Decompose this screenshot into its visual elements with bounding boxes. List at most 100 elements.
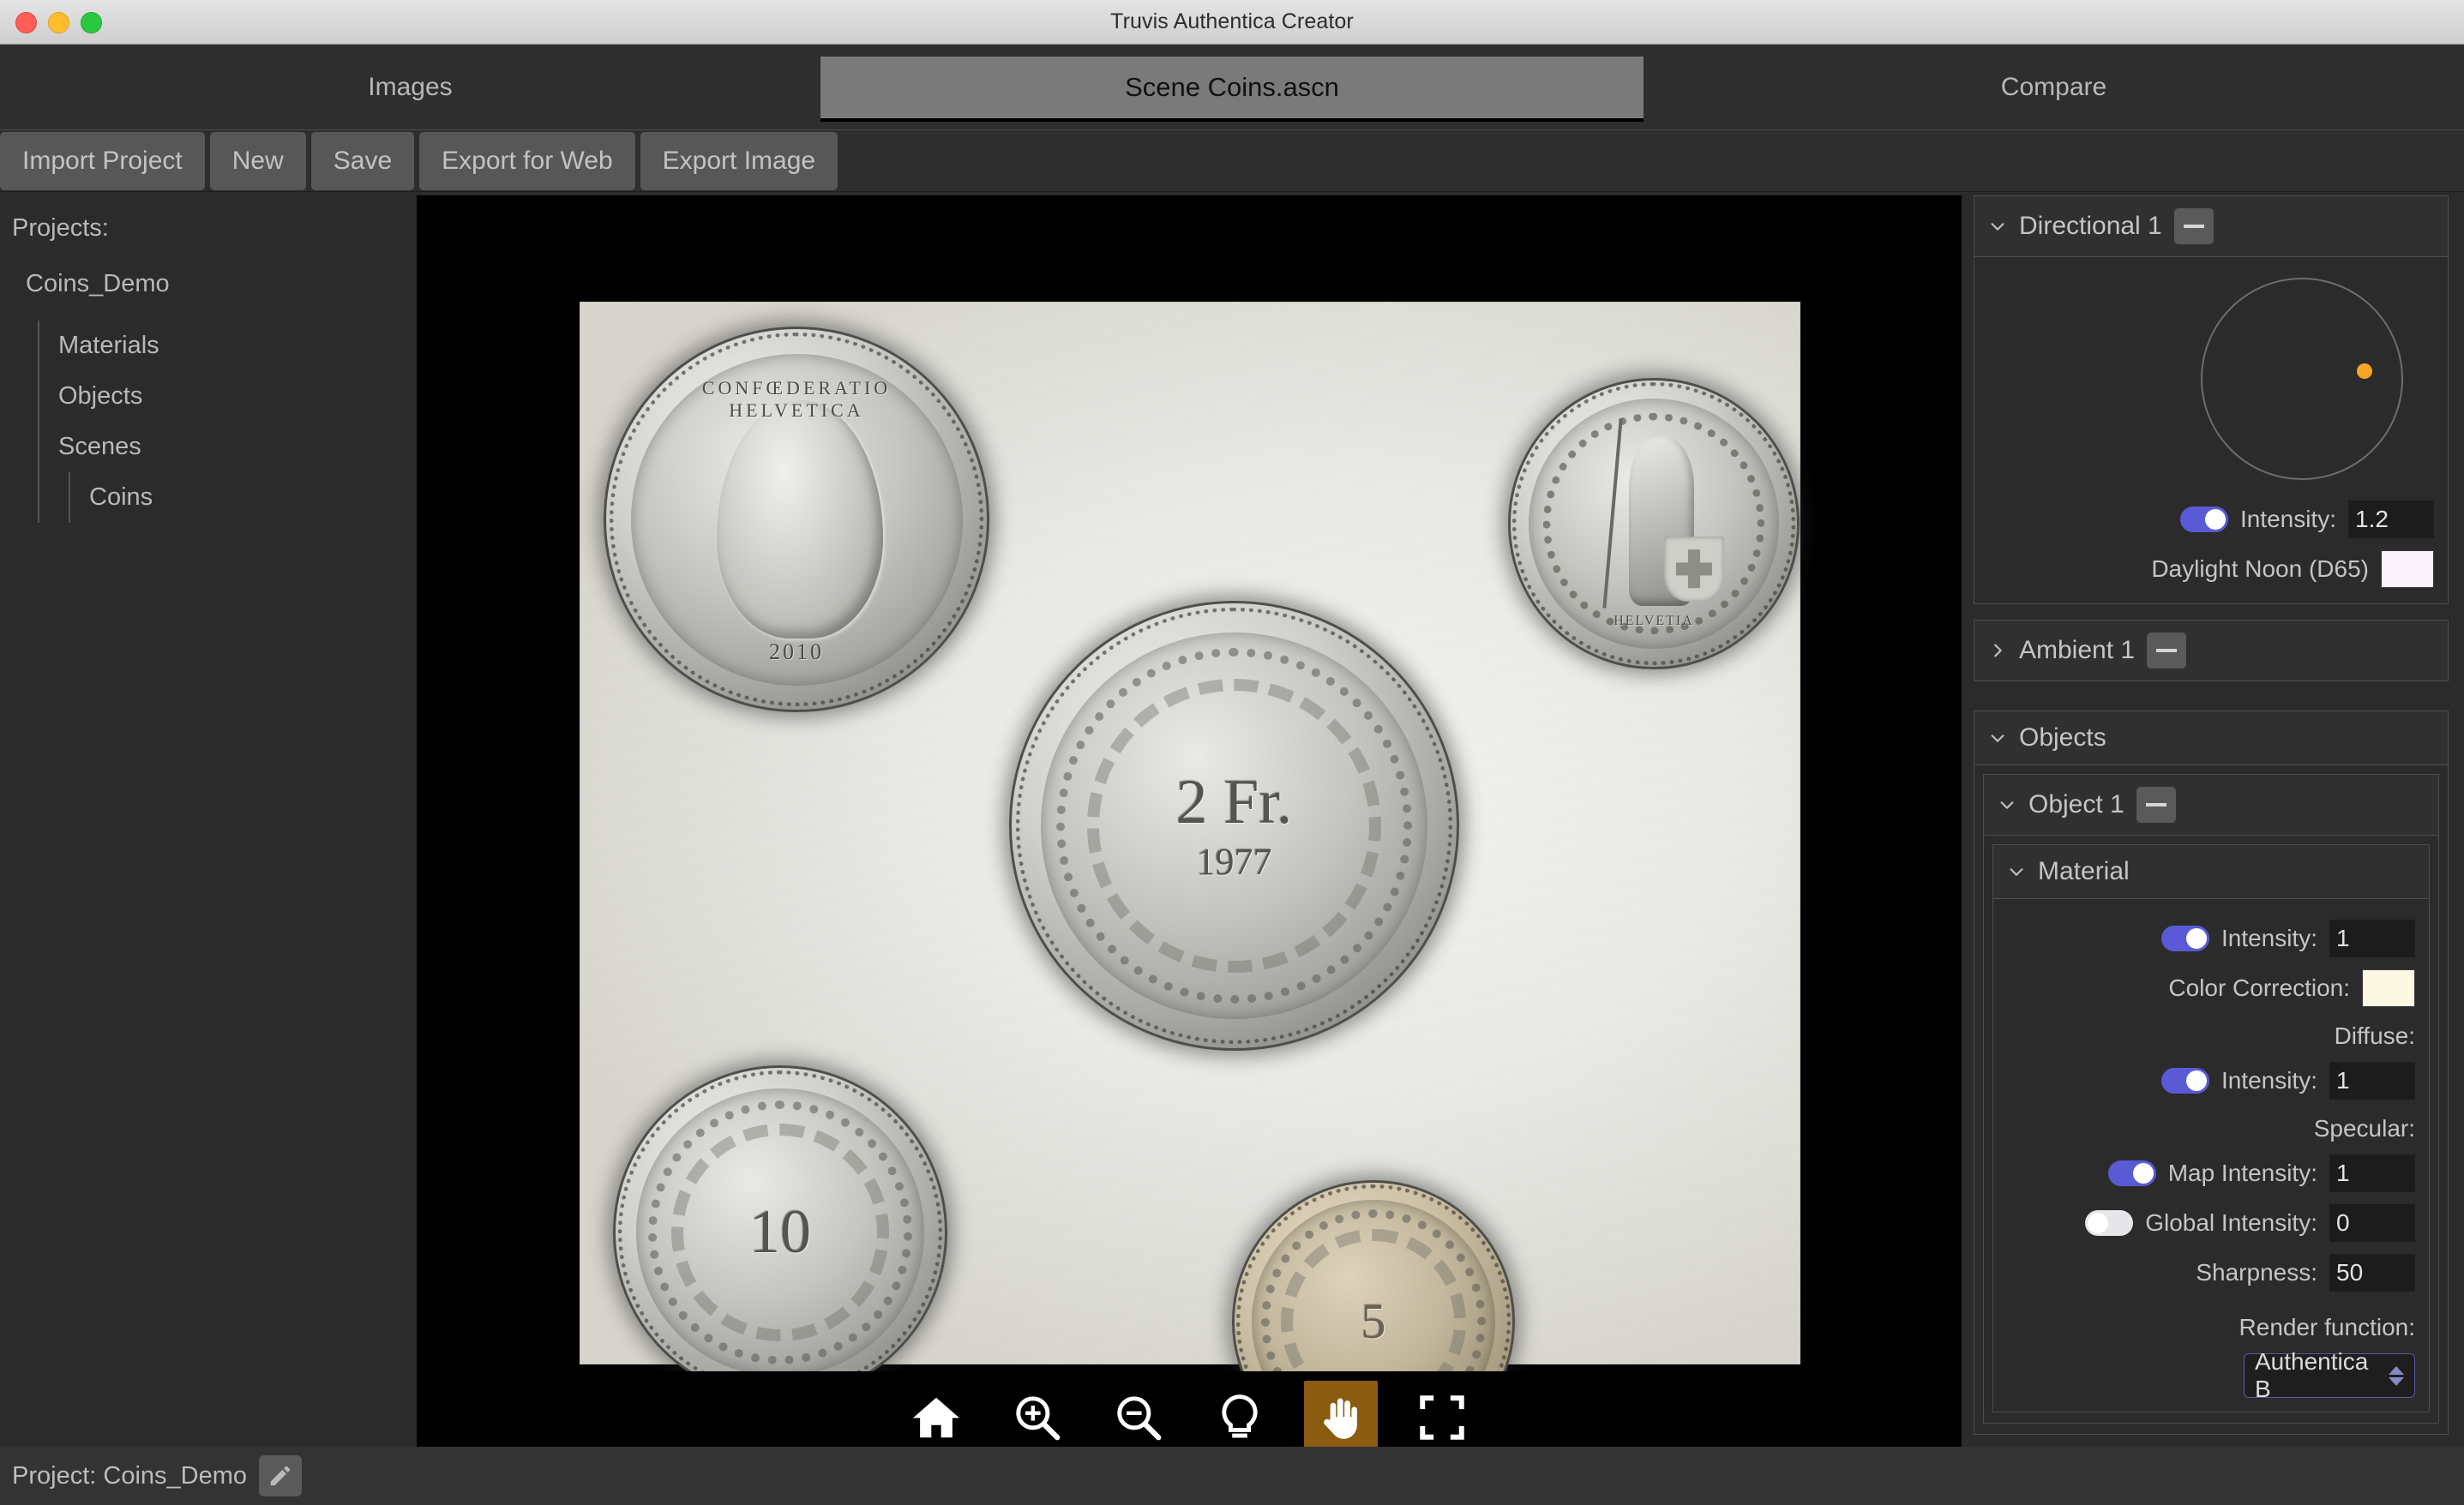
tab-images-label: Images <box>368 72 453 101</box>
tab-scene-label: Scene Coins.ascn <box>1125 71 1339 102</box>
directional-remove-button[interactable] <box>2173 208 2214 244</box>
diffuse-intensity-label: Intensity: <box>2221 1067 2317 1094</box>
material-intensity-label: Intensity: <box>2221 925 2317 951</box>
coin-10-rappen-reverse: 10 <box>613 1065 947 1400</box>
project-node-coins-demo[interactable]: Coins_Demo <box>0 243 417 298</box>
material-header[interactable]: Material <box>1992 844 2430 899</box>
pencil-icon[interactable] <box>259 1455 302 1496</box>
tab-compare-label: Compare <box>2000 72 2107 101</box>
tab-images[interactable]: Images <box>0 45 820 129</box>
chevron-down-icon <box>2000 801 2014 809</box>
tree-item-materials[interactable]: Materials <box>39 321 417 371</box>
render-function-select[interactable]: Authentica B <box>2244 1348 2415 1402</box>
image-viewport[interactable]: CONFŒDERATIO HELVETICA 2010 2 Fr. 1977 H… <box>417 195 1962 1464</box>
object1-remove-button[interactable] <box>2136 787 2176 823</box>
sharpness-row: Sharpness: 50 <box>2007 1254 2415 1292</box>
chevron-down-icon <box>1991 223 2004 231</box>
directional-group-header[interactable]: Directional 1 <box>1974 195 2449 257</box>
window-traffic-lights <box>15 0 102 45</box>
diffuse-section-label: Diffuse: <box>2334 1022 2415 1049</box>
diffuse-intensity-row: Intensity: 1 <box>2007 1062 2415 1100</box>
objects-group-body: Object 1 Material Intensity: 1 Color Cor… <box>1974 765 2449 1435</box>
global-intensity-row: Global Intensity: 0 <box>2007 1204 2415 1242</box>
coin-legend-confoederatio: CONFŒDERATIO HELVETICA <box>701 376 892 421</box>
directional-color-swatch[interactable] <box>2381 550 2434 588</box>
ambient-group-title: Ambient 1 <box>2019 636 2136 664</box>
app-window: Truvis Authentica Creator Images Scene C… <box>0 0 2464 1505</box>
sharpness-input[interactable]: 50 <box>2329 1254 2415 1292</box>
project-tree: Materials Objects Scenes Coins <box>38 321 417 523</box>
zoom-button[interactable] <box>81 11 102 33</box>
projects-sidebar: Projects: Coins_Demo Materials Objects S… <box>0 192 417 1447</box>
fullscreen-icon[interactable] <box>1405 1381 1479 1454</box>
material-intensity-input[interactable]: 1 <box>2329 920 2415 957</box>
status-project-text: Project: Coins_Demo <box>12 1461 247 1490</box>
import-project-button[interactable]: Import Project <box>0 131 205 190</box>
home-icon[interactable] <box>899 1381 973 1454</box>
object1-header[interactable]: Object 1 <box>1983 774 2439 836</box>
map-intensity-row: Map Intensity: 1 <box>2007 1154 2415 1192</box>
tab-strip: Images Scene Coins.ascn Compare <box>0 45 2464 130</box>
diffuse-intensity-input[interactable]: 1 <box>2329 1062 2415 1100</box>
new-button[interactable]: New <box>209 131 306 190</box>
chevron-down-icon <box>1991 735 2004 742</box>
coin-legend-helvetia: HELVETIA <box>1614 613 1694 628</box>
map-intensity-input[interactable]: 1 <box>2329 1154 2415 1192</box>
coin-2-franc-reverse: 2 Fr. 1977 <box>1009 601 1459 1051</box>
swiss-shield <box>1663 536 1724 602</box>
zoom-out-icon[interactable] <box>1102 1381 1175 1454</box>
window-title: Truvis Authentica Creator <box>1110 9 1354 33</box>
minimize-button[interactable] <box>48 11 69 33</box>
sharpness-label: Sharpness: <box>2196 1259 2317 1286</box>
directional-light-group: Directional 1 Intensity: 1.2 Daylight No… <box>1974 195 2449 604</box>
directional-intensity-toggle[interactable] <box>2179 507 2228 532</box>
diffuse-intensity-toggle[interactable] <box>2161 1068 2209 1094</box>
directional-group-title: Directional 1 <box>2019 212 2162 240</box>
lightbulb-icon[interactable] <box>1203 1381 1277 1454</box>
direction-circle <box>2201 278 2403 480</box>
oak-wreath-inner <box>670 1123 890 1342</box>
light-position-handle[interactable] <box>2357 363 2372 379</box>
chevron-right-icon <box>1994 644 2002 657</box>
inspector-panel: Directional 1 Intensity: 1.2 Daylight No… <box>1974 195 2464 1505</box>
zoom-in-icon[interactable] <box>1001 1381 1074 1454</box>
tree-item-coins[interactable]: Coins <box>70 472 417 523</box>
material-intensity-toggle[interactable] <box>2161 926 2209 951</box>
render-function-label: Render function: <box>2239 1314 2415 1340</box>
color-correction-swatch[interactable] <box>2362 969 2415 1007</box>
export-image-button[interactable]: Export Image <box>640 131 838 190</box>
ambient-light-group: Ambient 1 <box>1974 620 2449 681</box>
directional-intensity-row: Intensity: 1.2 <box>1988 501 2434 538</box>
close-button[interactable] <box>15 11 37 33</box>
chevron-down-icon <box>2010 868 2023 876</box>
ambient-remove-button[interactable] <box>2147 633 2187 669</box>
material-body: Intensity: 1 Color Correction: Diffuse: … <box>1992 899 2430 1412</box>
global-intensity-label: Global Intensity: <box>2145 1209 2317 1236</box>
alpine-wreath <box>1086 678 1382 974</box>
global-intensity-input[interactable]: 0 <box>2329 1204 2415 1242</box>
save-button[interactable]: Save <box>310 131 415 190</box>
tree-item-scenes[interactable]: Scenes <box>39 422 417 472</box>
render-function-row: Authentica B <box>2007 1348 2415 1402</box>
tab-compare[interactable]: Compare <box>1644 45 2464 129</box>
tree-item-objects[interactable]: Objects <box>39 371 417 422</box>
pan-hand-icon[interactable] <box>1304 1381 1378 1454</box>
directional-intensity-label: Intensity: <box>2239 506 2336 532</box>
directional-intensity-input[interactable]: 1.2 <box>2348 501 2434 538</box>
export-for-web-button[interactable]: Export for Web <box>419 131 635 190</box>
map-intensity-toggle[interactable] <box>2107 1160 2156 1186</box>
light-direction-pad[interactable] <box>1988 269 2434 489</box>
tab-scene[interactable]: Scene Coins.ascn <box>820 45 1644 129</box>
status-bar: Project: Coins_Demo <box>0 1447 2464 1505</box>
global-intensity-toggle[interactable] <box>2085 1210 2134 1236</box>
scenes-children: Coins <box>69 472 417 523</box>
objects-group-header[interactable]: Objects <box>1974 711 2449 765</box>
specular-section-label: Specular: <box>2313 1115 2415 1142</box>
projects-heading: Projects: <box>12 214 109 242</box>
directional-group-body: Intensity: 1.2 Daylight Noon (D65) <box>1974 257 2449 604</box>
map-intensity-label: Map Intensity: <box>2167 1160 2317 1186</box>
coins-photograph[interactable]: CONFŒDERATIO HELVETICA 2010 2 Fr. 1977 H… <box>580 302 1800 1463</box>
chevron-updown-icon <box>2389 1365 2404 1386</box>
ambient-group-header[interactable]: Ambient 1 <box>1974 620 2449 681</box>
main-toolbar: Import Project New Save Export for Web E… <box>0 130 2464 192</box>
